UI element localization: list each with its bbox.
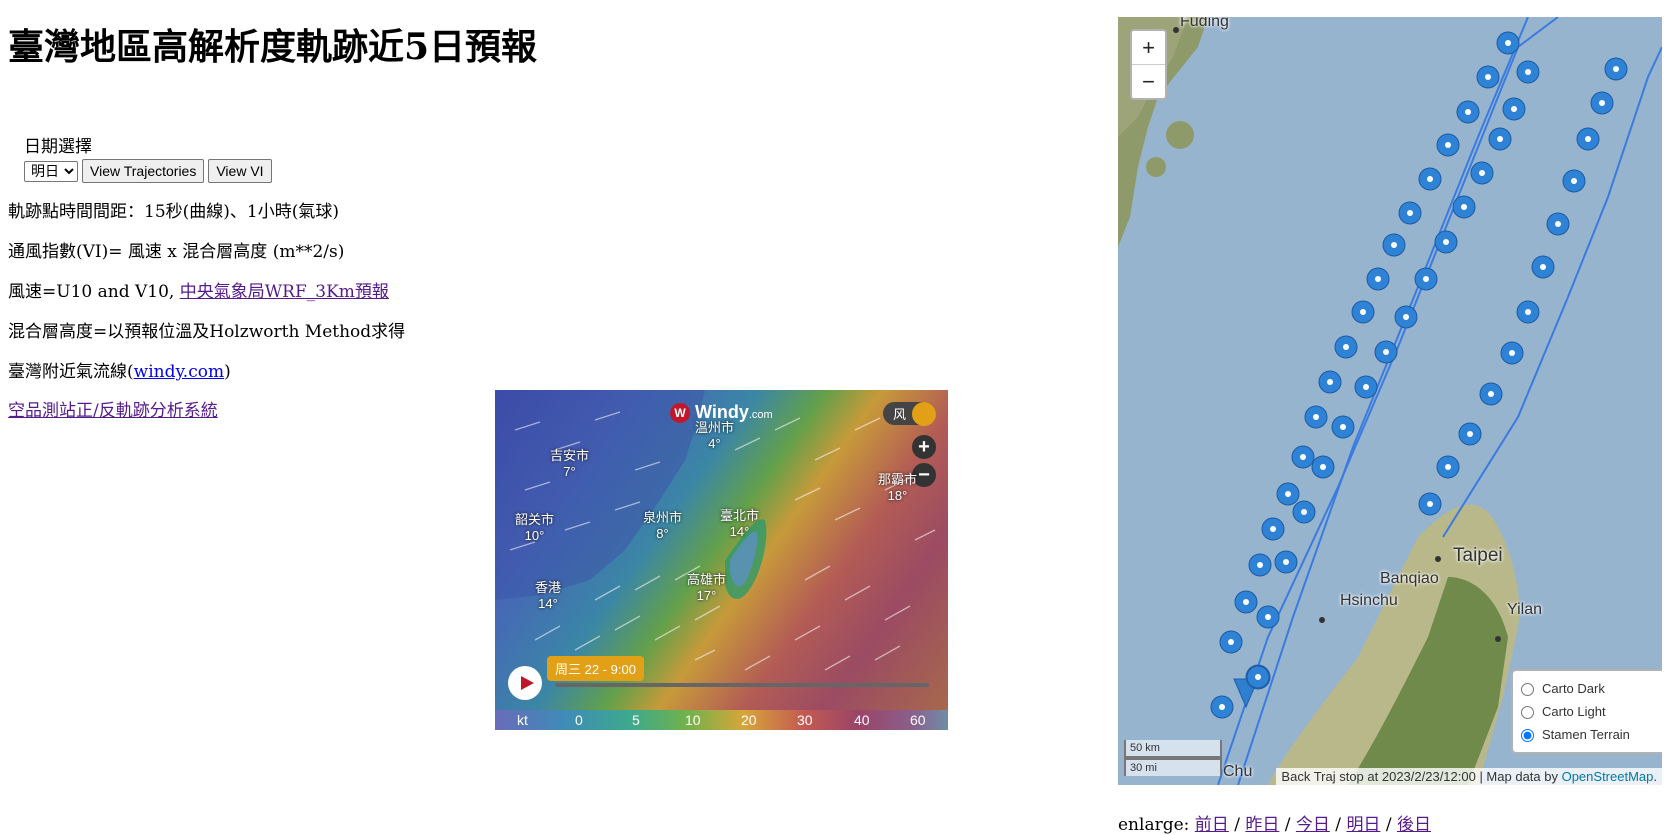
wind-speed-text: 風速=U10 and V10, xyxy=(8,282,180,302)
openstreetmap-link[interactable]: OpenStreetMap xyxy=(1562,769,1654,784)
date-select[interactable]: 明日 xyxy=(24,160,78,182)
enlarge-label: enlarge: xyxy=(1118,815,1190,835)
scale-mi: 30 mi xyxy=(1124,758,1222,776)
enlarge-links: enlarge: 前日 / 昨日 / 今日 / 明日 / 後日 xyxy=(1118,815,1431,835)
city-temp: 7° xyxy=(563,464,576,479)
scale-tick: 10 xyxy=(685,712,701,728)
map-zoom-in-button[interactable]: + xyxy=(1132,31,1165,64)
layer-option-carto-dark[interactable]: Carto Dark xyxy=(1521,677,1659,700)
city-name: 溫州市 xyxy=(695,420,735,435)
layer-radio[interactable] xyxy=(1521,706,1534,720)
city-temp: 4° xyxy=(708,436,721,451)
windy-city-kaohsiung: 高雄市 17° xyxy=(687,572,726,604)
enlarge-link-day-after-tomorrow[interactable]: 後日 xyxy=(1397,815,1431,835)
scale-tick: 40 xyxy=(854,712,870,728)
windy-layer-label: 风 xyxy=(892,407,906,422)
scale-tick: 60 xyxy=(910,712,926,728)
city-name: 吉安市 xyxy=(550,448,590,463)
wind-layer-icon xyxy=(912,402,936,426)
city-temp: 17° xyxy=(696,588,717,603)
map-label-fuding: Fuding xyxy=(1180,17,1229,30)
scale-unit: kt xyxy=(517,712,528,728)
windy-time-label: 周三 22 - 9:00 xyxy=(547,656,644,681)
city-name: 泉州市 xyxy=(643,510,683,525)
date-selector: 日期選擇 明日 View Trajectories View VI xyxy=(24,132,272,183)
streamlines-text: 臺灣附近氣流線( xyxy=(8,362,134,382)
city-temp: 14° xyxy=(538,596,558,611)
enlarge-link-tomorrow[interactable]: 明日 xyxy=(1346,815,1380,835)
city-name: 香港 xyxy=(535,580,562,595)
layer-radio[interactable] xyxy=(1521,729,1534,743)
windy-city-hongkong: 香港 14° xyxy=(535,580,561,612)
info-wind-speed: 風速=U10 and V10, 中央氣象局WRF_3Km預報 xyxy=(8,277,389,302)
map-scale-bar: 50 km 30 mi xyxy=(1124,740,1222,776)
windy-wind-scale: kt 0 5 10 20 30 40 60 xyxy=(495,710,948,730)
scale-tick: 0 xyxy=(575,712,583,728)
layer-switcher: Carto Dark Carto Light Stamen Terrain xyxy=(1511,669,1662,754)
map-label-taipei: Taipei xyxy=(1453,545,1503,566)
windy-layer-badge[interactable]: 风 xyxy=(882,402,936,426)
windy-logo-text: Windy xyxy=(695,402,749,422)
windy-timeline[interactable] xyxy=(555,683,929,687)
city-temp: 10° xyxy=(524,528,545,543)
city-temp: 18° xyxy=(887,488,908,503)
windy-logo-icon: W xyxy=(670,403,690,424)
cwb-wrf-link[interactable]: 中央氣象局WRF_3Km預報 xyxy=(180,282,389,302)
map-label-banqiao: Banqiao xyxy=(1380,570,1439,587)
windy-city-wenzhou: 溫州市 4° xyxy=(695,420,734,452)
layer-label: Carto Light xyxy=(1542,704,1606,719)
map-label-yilan: Yilan xyxy=(1507,601,1542,618)
city-name: 那霸市 xyxy=(878,472,918,487)
view-trajectories-button[interactable]: View Trajectories xyxy=(82,159,205,183)
map-zoom-out-button[interactable]: − xyxy=(1132,64,1165,98)
windy-city-naha: 那霸市 18° xyxy=(878,472,917,504)
windy-link[interactable]: windy.com xyxy=(134,362,224,382)
trajectory-map[interactable]: Fuding Taipei Banqiao Hsinchu Yilan Chu … xyxy=(1118,17,1662,785)
attribution-text: Back Traj stop at 2023/2/23/12:00 | Map … xyxy=(1281,769,1562,784)
info-vi-formula: 通風指數(VI)= 風速 x 混合層高度 (m**2/s) xyxy=(8,242,345,262)
enlarge-link-day-before-yesterday[interactable]: 前日 xyxy=(1195,815,1229,835)
windy-city-taipei: 臺北市 14° xyxy=(720,508,759,540)
windy-logo-suffix: .com xyxy=(748,409,773,421)
city-name: 高雄市 xyxy=(687,572,727,587)
layer-label: Stamen Terrain xyxy=(1542,727,1630,742)
windy-city-shaoguan: 韶关市 10° xyxy=(515,512,554,544)
windy-city-jian: 吉安市 7° xyxy=(550,448,589,480)
scale-tick: 30 xyxy=(797,712,813,728)
windy-city-quanzhou: 泉州市 8° xyxy=(643,510,682,542)
scale-tick: 5 xyxy=(632,712,640,728)
page-title: 臺灣地區高解析度軌跡近5日預報 xyxy=(8,26,538,68)
city-name: 韶关市 xyxy=(515,512,555,527)
windy-play-button[interactable] xyxy=(508,666,542,700)
info-mixing-height: 混合層高度=以預報位溫及Holzworth Method求得 xyxy=(8,322,406,342)
attribution-end: . xyxy=(1653,769,1657,784)
view-vi-button[interactable]: View VI xyxy=(208,159,272,183)
map-attribution: Back Traj stop at 2023/2/23/12:00 | Map … xyxy=(1276,768,1662,785)
map-zoom-control: + − xyxy=(1130,29,1167,100)
map-label-hsinchu: Hsinchu xyxy=(1340,592,1398,609)
windy-map[interactable]: W Windy.com 风 + − 溫州市 4° 吉安市 7° 韶关市 10° 泉州市 8… xyxy=(495,390,948,730)
enlarge-link-yesterday[interactable]: 昨日 xyxy=(1245,815,1279,835)
layer-option-carto-light[interactable]: Carto Light xyxy=(1521,700,1659,723)
air-quality-trajectory-link[interactable]: 空品測站正/反軌跡分析系統 xyxy=(8,401,218,421)
date-select-label: 日期選擇 xyxy=(24,137,92,157)
info-streamlines: 臺灣附近氣流線(windy.com) xyxy=(8,357,231,382)
streamlines-close: ) xyxy=(224,362,231,382)
enlarge-link-today[interactable]: 今日 xyxy=(1296,815,1330,835)
scale-tick: 20 xyxy=(741,712,757,728)
city-name: 臺北市 xyxy=(720,508,760,523)
layer-radio[interactable] xyxy=(1521,683,1534,697)
air-quality-line: 空品測站正/反軌跡分析系統 xyxy=(8,396,218,421)
city-temp: 14° xyxy=(729,524,750,539)
map-label-chu: Chu xyxy=(1223,763,1253,780)
windy-zoom-in-button[interactable]: + xyxy=(912,435,936,459)
city-temp: 8° xyxy=(656,526,669,541)
info-time-interval: 軌跡點時間間距：15秒(曲線)、1小時(氣球) xyxy=(8,202,339,222)
scale-km: 50 km xyxy=(1124,740,1222,758)
layer-option-stamen-terrain[interactable]: Stamen Terrain xyxy=(1521,723,1659,746)
layer-label: Carto Dark xyxy=(1542,681,1605,696)
